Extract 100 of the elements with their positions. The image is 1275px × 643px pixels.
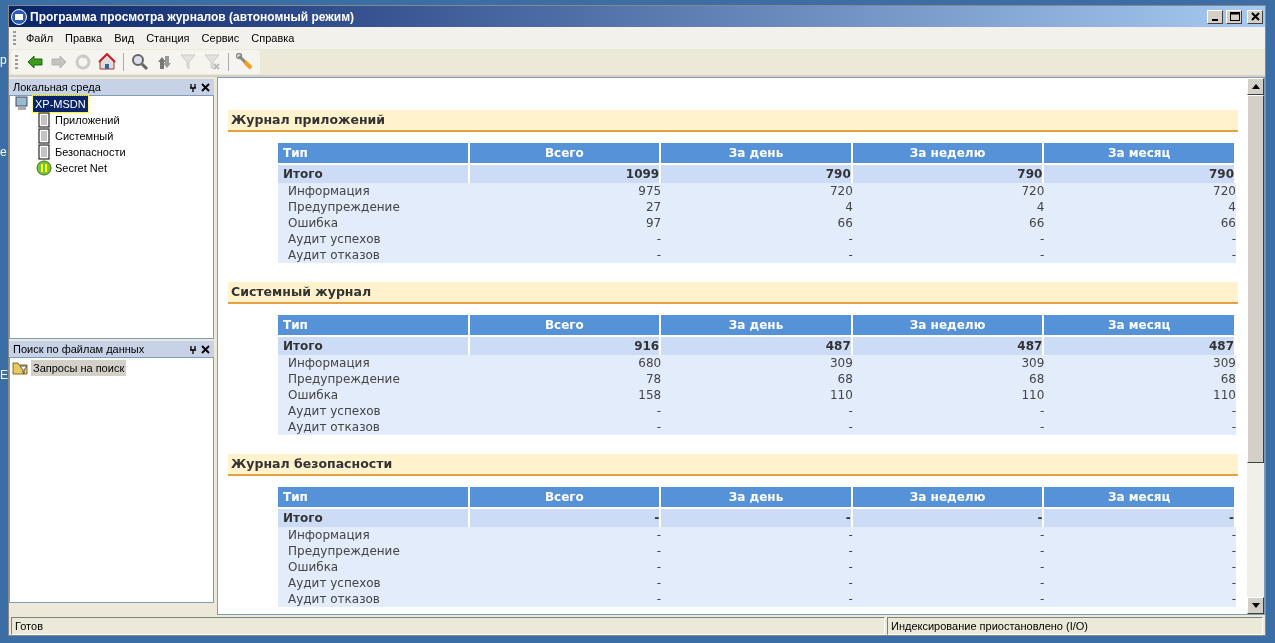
- document-icon: [36, 128, 52, 144]
- table-cell: 68: [852, 371, 1045, 387]
- menu-item[interactable]: Правка: [59, 29, 109, 47]
- column-header: Тип: [278, 487, 470, 507]
- close-icon[interactable]: [201, 344, 210, 354]
- table-cell: -: [1044, 527, 1236, 543]
- table-cell: 66: [852, 215, 1045, 231]
- tree-item[interactable]: Безопасности: [55, 143, 126, 161]
- status-text: Готов: [11, 617, 885, 635]
- app-icon: [11, 8, 27, 25]
- table-cell: Ошибка: [278, 387, 470, 403]
- table-cell: 66: [1044, 215, 1236, 231]
- table-cell: Предупреждение: [278, 371, 470, 387]
- table-cell: Информация: [278, 355, 470, 371]
- table-cell: -: [469, 527, 662, 543]
- total-cell: 916: [469, 335, 662, 355]
- column-header: За день: [661, 315, 853, 335]
- minimize-icon: [1212, 18, 1218, 21]
- total-cell: -: [469, 507, 662, 527]
- column-header: За неделю: [852, 315, 1045, 335]
- pin-icon[interactable]: [189, 344, 197, 354]
- table-cell: -: [1044, 559, 1236, 575]
- column-header: За месяц: [1044, 143, 1236, 163]
- scroll-thumb[interactable]: [1247, 95, 1264, 463]
- table-cell: Информация: [278, 183, 470, 199]
- table-cell: -: [469, 403, 662, 419]
- table-cell: -: [661, 247, 853, 263]
- table-cell: -: [469, 419, 662, 435]
- table-cell: 68: [1044, 371, 1236, 387]
- menu-item[interactable]: Вид: [108, 29, 141, 47]
- table-cell: Ошибка: [278, 559, 470, 575]
- tree-item[interactable]: Приложений: [55, 111, 120, 129]
- table-cell: -: [1044, 419, 1236, 435]
- tree-item[interactable]: Secret Net: [55, 159, 107, 177]
- menu-item[interactable]: Справка: [245, 29, 301, 47]
- table-cell: -: [852, 247, 1045, 263]
- total-cell: 790: [661, 163, 853, 183]
- table-cell: -: [1044, 543, 1236, 559]
- table-cell: 4: [661, 199, 853, 215]
- table-cell: Аудит отказов: [278, 591, 470, 607]
- table-cell: 110: [1044, 387, 1236, 403]
- table-cell: 720: [661, 183, 853, 199]
- house-icon[interactable]: [96, 51, 118, 73]
- grip-handle[interactable]: [13, 31, 16, 45]
- table-cell: -: [469, 575, 662, 591]
- grip-handle[interactable]: [15, 55, 18, 69]
- panel-title: Локальная среда: [13, 79, 102, 95]
- folder-funnel-icon: [12, 360, 28, 376]
- table-cell: Ошибка: [278, 215, 470, 231]
- scroll-down-button[interactable]: [1247, 597, 1264, 614]
- table-cell: 975: [469, 183, 662, 199]
- table-cell: 110: [852, 387, 1045, 403]
- table-cell: 720: [852, 183, 1045, 199]
- tree-item[interactable]: Системный: [55, 127, 114, 145]
- table-cell: Предупреждение: [278, 199, 470, 215]
- table-cell: -: [852, 419, 1045, 435]
- down-triangle-icon: [1251, 603, 1260, 608]
- scroll-up-button[interactable]: [1247, 78, 1264, 95]
- tree-item[interactable]: Запросы на поиск: [31, 359, 127, 377]
- pin-icon[interactable]: [189, 82, 197, 92]
- table-cell: -: [852, 559, 1045, 575]
- column-header: За день: [661, 143, 853, 163]
- table-cell: -: [1044, 403, 1236, 419]
- table-cell: 4: [1044, 199, 1236, 215]
- column-header: За неделю: [852, 487, 1045, 507]
- vertical-scrollbar[interactable]: [1247, 78, 1264, 614]
- table-cell: Аудит отказов: [278, 419, 470, 435]
- window-title: Программа просмотра журналов (автономный режим): [30, 8, 356, 26]
- table-cell: -: [852, 543, 1045, 559]
- total-cell: 1099: [469, 163, 662, 183]
- tree-item[interactable]: XP-MSDN: [33, 95, 88, 113]
- menu-item[interactable]: Файл: [20, 29, 60, 47]
- column-header: За месяц: [1044, 315, 1236, 335]
- table-cell: -: [661, 403, 853, 419]
- menu-item[interactable]: Станция: [140, 29, 196, 47]
- table-cell: 158: [469, 387, 662, 403]
- column-header: Всего: [469, 487, 662, 507]
- column-header: За день: [661, 487, 853, 507]
- close-button[interactable]: [1247, 9, 1263, 24]
- close-icon[interactable]: [201, 82, 210, 92]
- maximize-button[interactable]: [1226, 9, 1242, 24]
- minimize-button[interactable]: [1207, 9, 1223, 24]
- desktop-icon-label: р: [0, 53, 7, 67]
- search-icon[interactable]: [129, 51, 151, 73]
- maximize-icon: [1228, 11, 1240, 22]
- table-cell: 680: [469, 355, 662, 371]
- column-header: Тип: [278, 143, 470, 163]
- table-cell: -: [661, 231, 853, 247]
- table-cell: -: [661, 527, 853, 543]
- table-cell: 309: [1044, 355, 1236, 371]
- table-cell: 66: [661, 215, 853, 231]
- table-cell: 110: [661, 387, 853, 403]
- table-cell: Аудит успехов: [278, 403, 470, 419]
- panel-title: Поиск по файлам данных: [13, 341, 146, 357]
- table-cell: 78: [469, 371, 662, 387]
- section-heading: Журнал приложений: [228, 110, 1238, 132]
- menu-item[interactable]: Сервис: [195, 29, 246, 47]
- table-cell: Аудит успехов: [278, 231, 470, 247]
- table-cell: -: [469, 543, 662, 559]
- total-cell: 790: [1044, 163, 1236, 183]
